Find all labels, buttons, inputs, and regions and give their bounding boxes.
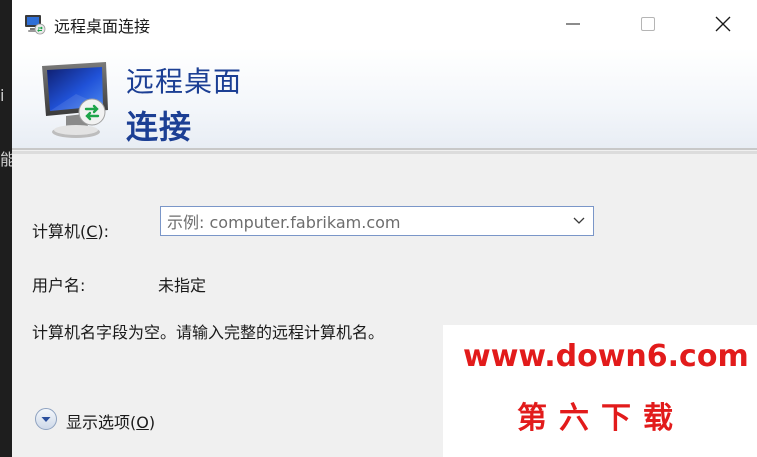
watermark-overlay: www.down6.com 第六下载 — [443, 325, 757, 457]
background-glyph: i — [0, 86, 5, 105]
watermark-title: 第六下载 — [517, 401, 685, 436]
remote-desktop-monitor-icon — [42, 62, 108, 138]
validation-message: 计算机名字段为空。请输入完整的远程计算机名。 — [32, 323, 385, 342]
banner-title-line2: 连接 — [126, 108, 193, 146]
minimize-icon — [566, 23, 580, 25]
close-button[interactable] — [688, 0, 757, 48]
expand-down-icon — [35, 408, 57, 430]
remote-desktop-app-icon — [25, 15, 46, 35]
header-banner: 远程桌面 连接 — [12, 48, 757, 148]
computer-label: 计算机(C): — [32, 222, 110, 241]
window-title: 远程桌面连接 — [54, 17, 151, 36]
watermark-url: www.down6.com — [463, 339, 749, 374]
username-value: 未指定 — [158, 276, 207, 295]
background-strip: i 能 — [0, 0, 16, 457]
header-divider — [12, 148, 757, 150]
banner-title-line1: 远程桌面 — [126, 65, 243, 98]
header-divider-shadow — [12, 151, 757, 154]
username-label: 用户名: — [32, 276, 86, 295]
close-icon — [715, 16, 731, 32]
maximize-button[interactable] — [613, 0, 683, 48]
title-bar[interactable]: 远程桌面连接 — [12, 0, 757, 48]
computer-combobox[interactable] — [160, 206, 594, 236]
minimize-button[interactable] — [538, 0, 608, 48]
computer-input[interactable] — [165, 210, 569, 234]
maximize-icon — [641, 17, 655, 31]
show-options-label: 显示选项(O) — [66, 413, 156, 432]
chevron-down-icon[interactable] — [573, 216, 585, 226]
